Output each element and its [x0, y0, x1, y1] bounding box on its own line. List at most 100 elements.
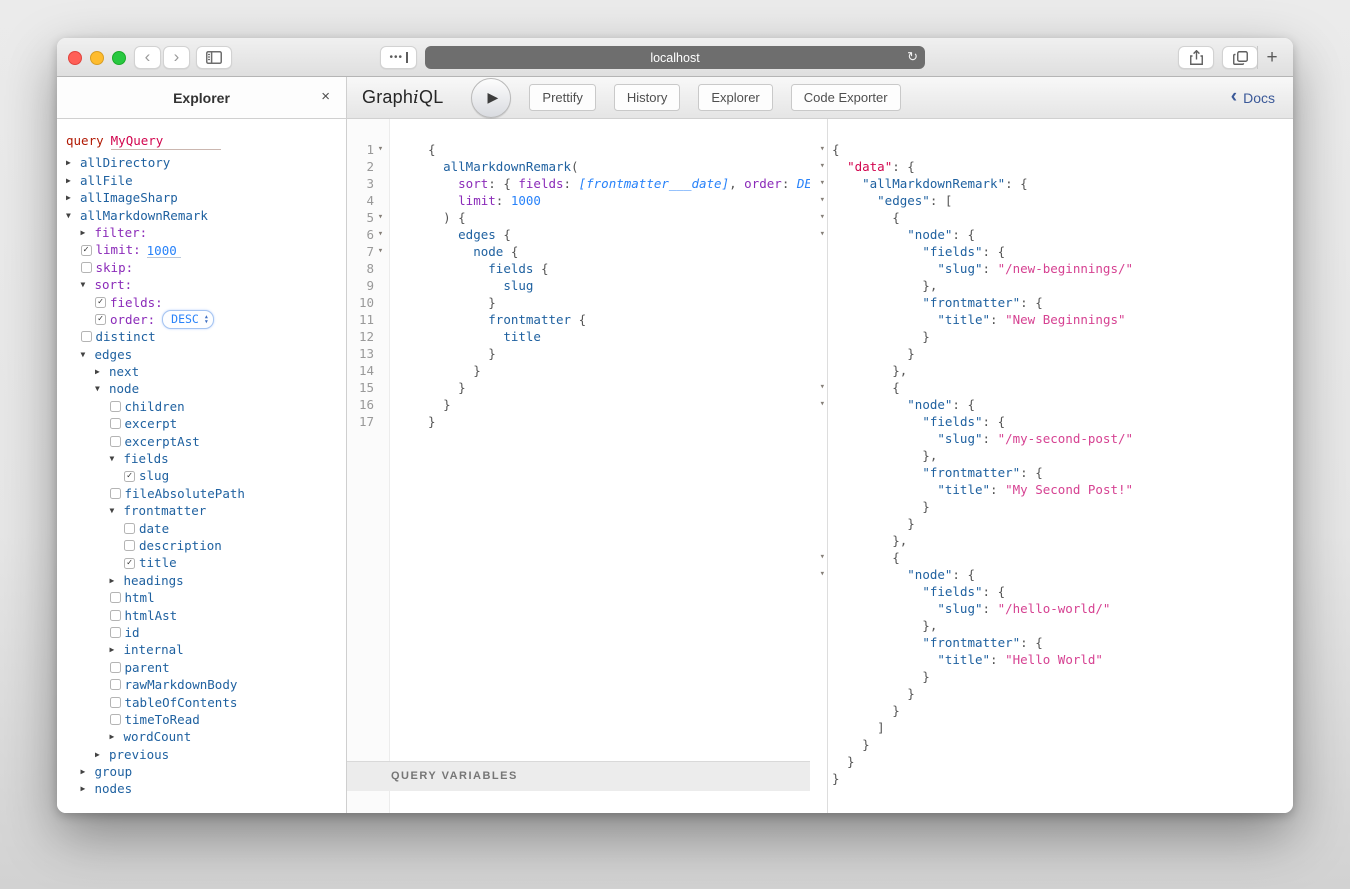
- collapse-icon[interactable]: ▼: [81, 346, 95, 363]
- tab-overview-button[interactable]: [1222, 46, 1258, 69]
- explorer-row-previous[interactable]: ▶previous: [57, 746, 346, 763]
- fold-icon[interactable]: ▾: [810, 566, 827, 583]
- checkbox-unchecked[interactable]: [110, 627, 121, 638]
- fold-icon[interactable]: ▾: [810, 175, 827, 192]
- explorer-row-allMarkdownRemark[interactable]: ▼allMarkdownRemark: [57, 207, 346, 224]
- fold-icon[interactable]: ▾: [810, 379, 827, 396]
- explorer-row-filter[interactable]: ▶filter:: [57, 224, 346, 241]
- checkbox-unchecked[interactable]: [110, 610, 121, 621]
- explorer-row-description[interactable]: description: [57, 537, 346, 554]
- explorer-row-distinct[interactable]: distinct: [57, 328, 346, 345]
- explorer-row-node[interactable]: ▼node: [57, 380, 346, 397]
- checkbox-unchecked[interactable]: [110, 714, 121, 725]
- sidebar-toggle-button[interactable]: [196, 46, 232, 69]
- checkbox-checked[interactable]: ✓: [124, 471, 135, 482]
- explorer-row-allFile[interactable]: ▶allFile: [57, 172, 346, 189]
- address-bar[interactable]: localhost ↻: [425, 46, 925, 69]
- share-button[interactable]: [1178, 46, 1214, 69]
- fold-icon[interactable]: ▾: [810, 192, 827, 209]
- collapse-icon[interactable]: ▼: [110, 502, 124, 519]
- explorer-row-timeToRead[interactable]: timeToRead: [57, 711, 346, 728]
- close-window-button[interactable]: [68, 51, 82, 65]
- execute-button[interactable]: ▶: [471, 78, 511, 118]
- explorer-row-nodes[interactable]: ▶nodes: [57, 780, 346, 797]
- enum-select[interactable]: DESC▲▼: [162, 310, 214, 329]
- toolbar-button-history[interactable]: History: [614, 84, 680, 112]
- explorer-row-order[interactable]: ✓order:DESC▲▼: [57, 311, 346, 328]
- expand-icon[interactable]: ▶: [66, 172, 80, 189]
- explorer-row-date[interactable]: date: [57, 520, 346, 537]
- checkbox-unchecked[interactable]: [81, 262, 92, 273]
- expand-icon[interactable]: ▶: [66, 189, 80, 206]
- argument-value-input[interactable]: 1000: [147, 242, 181, 258]
- expand-icon[interactable]: ▶: [81, 224, 95, 241]
- explorer-row-fields[interactable]: ▼fields: [57, 450, 346, 467]
- expand-icon[interactable]: ▶: [81, 763, 95, 780]
- collapse-icon[interactable]: ▼: [66, 207, 80, 224]
- expand-icon[interactable]: ▶: [110, 641, 124, 658]
- checkbox-unchecked[interactable]: [110, 418, 121, 429]
- checkbox-unchecked[interactable]: [124, 540, 135, 551]
- collapse-icon[interactable]: ▼: [95, 380, 109, 397]
- explorer-row-wordCount[interactable]: ▶wordCount: [57, 728, 346, 745]
- explorer-row-rawMarkdownBody[interactable]: rawMarkdownBody: [57, 676, 346, 693]
- query-name-row[interactable]: queryMyQuery: [57, 132, 346, 149]
- fold-icon[interactable]: ▾: [810, 209, 827, 226]
- explorer-row-frontmatter[interactable]: ▼frontmatter: [57, 502, 346, 519]
- explorer-row-tableOfContents[interactable]: tableOfContents: [57, 694, 346, 711]
- fold-icon[interactable]: ▾: [810, 549, 827, 566]
- explorer-row-htmlAst[interactable]: htmlAst: [57, 607, 346, 624]
- explorer-row-internal[interactable]: ▶internal: [57, 641, 346, 658]
- explorer-row-skip[interactable]: skip:: [57, 259, 346, 276]
- explorer-row-headings[interactable]: ▶headings: [57, 572, 346, 589]
- explorer-row-title[interactable]: ✓title: [57, 554, 346, 571]
- fold-icon[interactable]: ▾: [810, 158, 827, 175]
- expand-icon[interactable]: ▶: [95, 363, 109, 380]
- explorer-row-allDirectory[interactable]: ▶allDirectory: [57, 154, 346, 171]
- explorer-row-limit[interactable]: ✓limit:1000: [57, 241, 346, 258]
- checkbox-checked[interactable]: ✓: [95, 297, 106, 308]
- collapse-icon[interactable]: ▼: [81, 276, 95, 293]
- explorer-row-next[interactable]: ▶next: [57, 363, 346, 380]
- checkbox-unchecked[interactable]: [124, 523, 135, 534]
- checkbox-unchecked[interactable]: [110, 436, 121, 447]
- explorer-row-excerpt[interactable]: excerpt: [57, 415, 346, 432]
- toolbar-button-code-exporter[interactable]: Code Exporter: [791, 84, 901, 112]
- checkbox-unchecked[interactable]: [110, 679, 121, 690]
- fold-icon[interactable]: ▾: [375, 209, 386, 226]
- tab-group-button[interactable]: •••: [380, 46, 417, 69]
- checkbox-unchecked[interactable]: [110, 488, 121, 499]
- explorer-row-excerptAst[interactable]: excerptAst: [57, 433, 346, 450]
- expand-icon[interactable]: ▶: [95, 746, 109, 763]
- explorer-row-children[interactable]: children: [57, 398, 346, 415]
- collapse-icon[interactable]: ▼: [110, 450, 124, 467]
- toolbar-button-prettify[interactable]: Prettify: [529, 84, 595, 112]
- reload-icon[interactable]: ↻: [907, 49, 918, 65]
- query-variables-bar[interactable]: QUERY VARIABLES: [347, 761, 810, 791]
- toolbar-button-explorer[interactable]: Explorer: [698, 84, 772, 112]
- explorer-row-html[interactable]: html: [57, 589, 346, 606]
- forward-button[interactable]: ›: [163, 46, 190, 69]
- explorer-row-slug[interactable]: ✓slug: [57, 467, 346, 484]
- fold-icon[interactable]: ▾: [810, 396, 827, 413]
- fold-icon[interactable]: ▾: [375, 243, 386, 260]
- expand-icon[interactable]: ▶: [110, 728, 124, 745]
- back-button[interactable]: ‹: [134, 46, 161, 69]
- fold-icon[interactable]: ▾: [810, 141, 827, 158]
- checkbox-checked[interactable]: ✓: [81, 245, 92, 256]
- docs-toggle[interactable]: ‹ Docs: [1231, 89, 1275, 106]
- close-icon[interactable]: ×: [321, 88, 330, 105]
- fold-icon[interactable]: ▾: [375, 226, 386, 243]
- expand-icon[interactable]: ▶: [81, 780, 95, 797]
- explorer-row-parent[interactable]: parent: [57, 659, 346, 676]
- explorer-row-group[interactable]: ▶group: [57, 763, 346, 780]
- query-editor[interactable]: { allMarkdownRemark( sort: { fields: [fr…: [390, 119, 810, 813]
- checkbox-checked[interactable]: ✓: [95, 314, 106, 325]
- explorer-row-fields[interactable]: ✓fields:: [57, 294, 346, 311]
- explorer-row-id[interactable]: id: [57, 624, 346, 641]
- new-tab-button[interactable]: +: [1257, 46, 1286, 69]
- checkbox-unchecked[interactable]: [81, 331, 92, 342]
- checkbox-unchecked[interactable]: [110, 697, 121, 708]
- explorer-row-edges[interactable]: ▼edges: [57, 346, 346, 363]
- checkbox-unchecked[interactable]: [110, 592, 121, 603]
